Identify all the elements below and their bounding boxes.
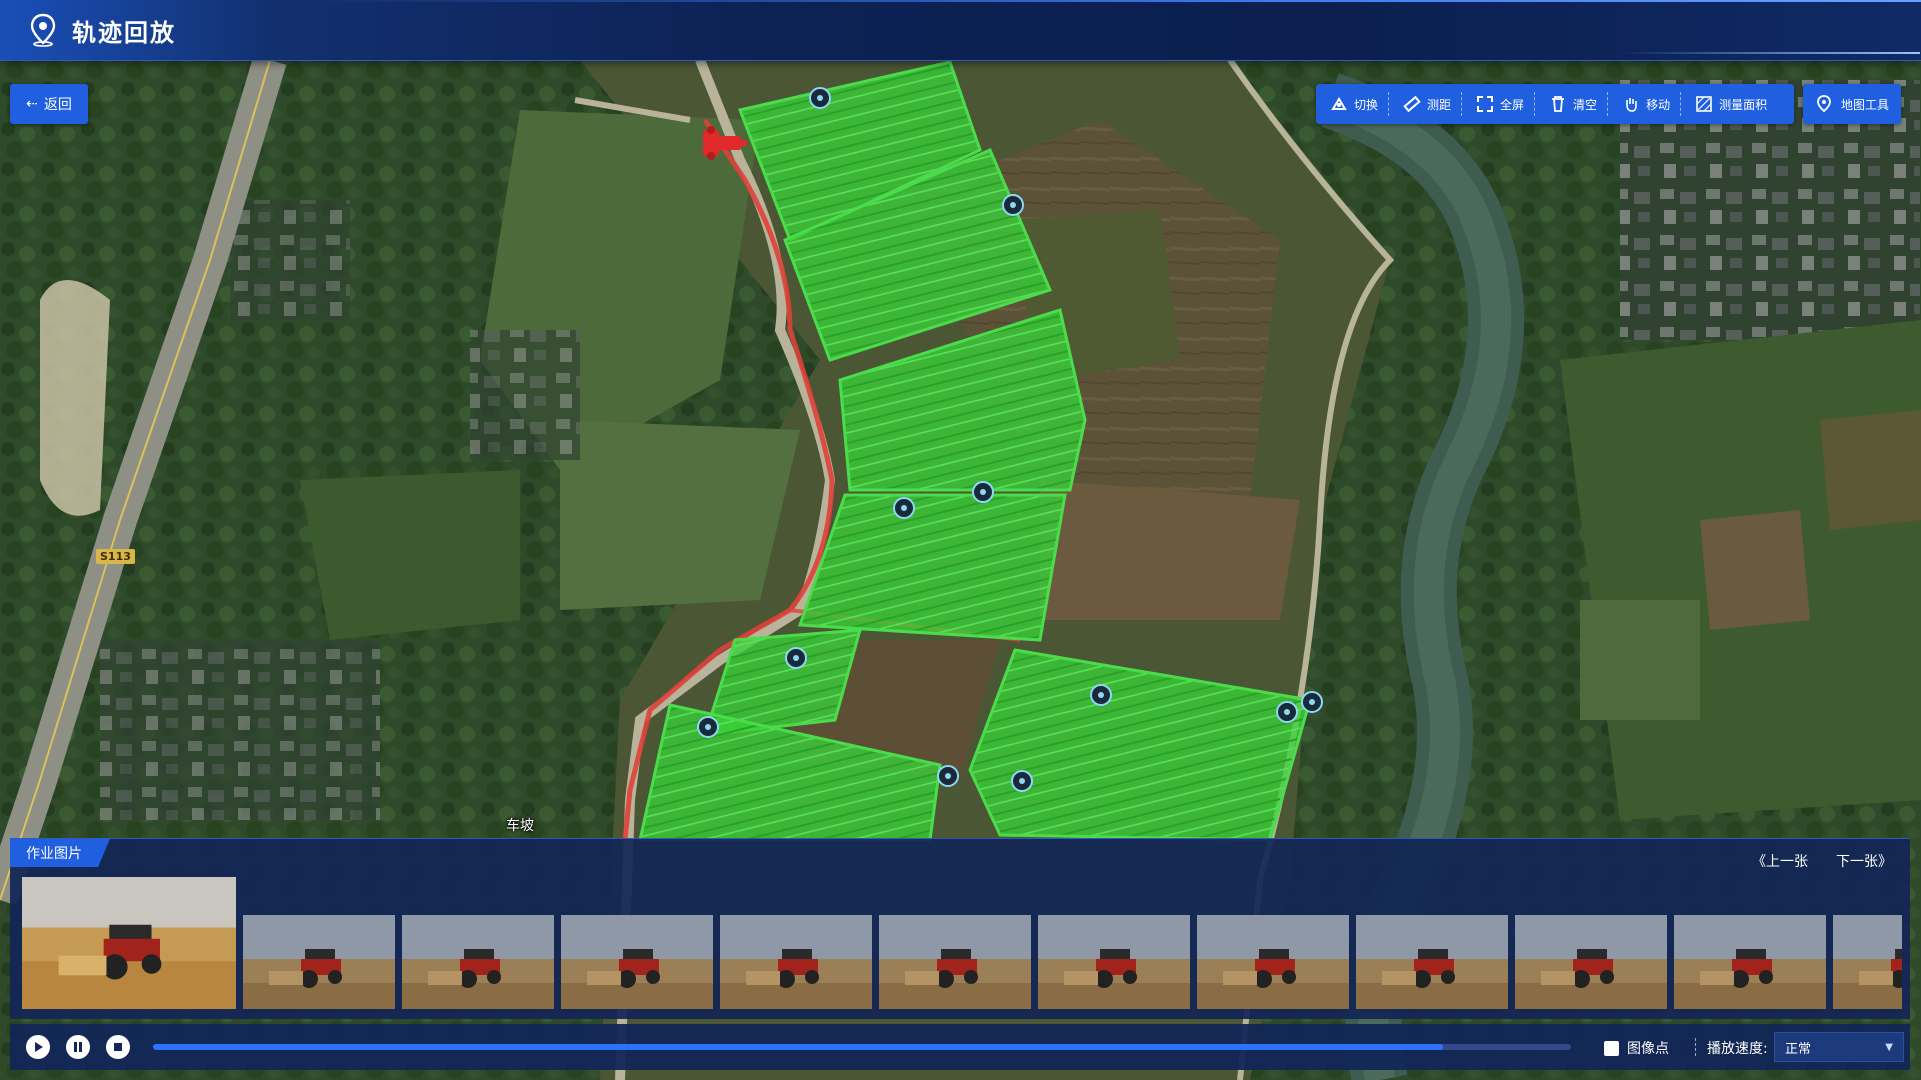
fullscreen-button[interactable]: 全屏: [1461, 92, 1534, 116]
photo-nav: 《上一张 下一张》: [1752, 851, 1892, 871]
pause-button[interactable]: [66, 1035, 90, 1059]
speed-value: 正常: [1785, 1041, 1812, 1057]
switch-label: 切换: [1354, 97, 1379, 112]
image-points-toggle[interactable]: 图像点: [1604, 1038, 1669, 1058]
pause-icon: [74, 1042, 82, 1052]
clear-button[interactable]: 清空: [1534, 92, 1607, 116]
photo-panel: 作业图片 《上一张 下一张》: [10, 838, 1910, 1019]
photo-thumbnail[interactable]: [561, 915, 713, 1009]
photo-thumbnail[interactable]: [879, 915, 1031, 1009]
map-tools-label: 地图工具: [1840, 97, 1889, 112]
measure-area-label: 测量面积: [1719, 97, 1768, 112]
fullscreen-icon: [1477, 96, 1494, 112]
back-arrow-icon: ⇠: [26, 96, 38, 112]
prev-photo-link[interactable]: 《上一张: [1752, 851, 1808, 871]
play-icon: [35, 1042, 43, 1052]
move-label: 移动: [1646, 97, 1671, 112]
back-button-label: 返回: [43, 97, 72, 113]
photo-thumbnail[interactable]: [402, 915, 554, 1009]
measure-area-button[interactable]: 测量面积: [1680, 92, 1777, 116]
image-points-label: 图像点: [1627, 1041, 1669, 1057]
photo-thumbnail[interactable]: [1356, 915, 1508, 1009]
play-button[interactable]: [26, 1035, 50, 1059]
photo-panel-title: 作业图片: [10, 839, 110, 867]
hand-icon: [1626, 98, 1637, 112]
header-brand: 轨迹回放: [28, 12, 176, 48]
switch-button[interactable]: 切换: [1316, 92, 1388, 116]
image-points-checkbox[interactable]: [1604, 1040, 1619, 1056]
measure-distance-button[interactable]: 测距: [1388, 92, 1461, 116]
measure-distance-label: 测距: [1427, 97, 1452, 112]
next-photo-link[interactable]: 下一张》: [1836, 851, 1892, 871]
photo-thumbnail-selected[interactable]: [22, 877, 236, 1009]
photo-thumbnail[interactable]: [243, 915, 395, 1009]
stop-icon: [114, 1043, 122, 1051]
map-tools-button[interactable]: 地图工具: [1803, 84, 1901, 124]
playback-progress-fill: [153, 1044, 1444, 1050]
stop-button[interactable]: [106, 1035, 130, 1059]
trash-icon: [1552, 96, 1565, 112]
photo-thumbnail[interactable]: [1038, 915, 1190, 1009]
playback-progress-track[interactable]: [153, 1044, 1571, 1050]
speed-select[interactable]: 正常 ▼: [1774, 1032, 1904, 1062]
map-pin-icon: [1817, 95, 1831, 113]
photo-thumbnail[interactable]: [720, 915, 872, 1009]
fullscreen-label: 全屏: [1500, 97, 1525, 112]
header-accent-line: [1620, 52, 1920, 54]
photo-thumbnail[interactable]: [1833, 915, 1902, 1009]
speed-label: 播放速度:: [1707, 1041, 1768, 1057]
photo-thumbnail[interactable]: [1674, 915, 1826, 1009]
chevron-down-icon: ▼: [1885, 1042, 1893, 1053]
area-icon: [1696, 96, 1712, 112]
clear-label: 清空: [1573, 97, 1598, 112]
header-top-line: [300, 0, 1921, 2]
move-button[interactable]: 移动: [1607, 92, 1680, 116]
photo-thumbnail[interactable]: [1515, 915, 1667, 1009]
photo-thumbnail[interactable]: [1197, 915, 1349, 1009]
playbar-divider: [1695, 1038, 1696, 1056]
place-label: 车坡: [506, 818, 534, 834]
photo-strip[interactable]: [22, 877, 1902, 1009]
playback-bar: 图像点 播放速度: 正常 ▼: [10, 1024, 1910, 1070]
switch-icon: [1331, 97, 1347, 110]
road-label: S113: [96, 549, 135, 564]
page-title: 轨迹回放: [72, 18, 176, 47]
ruler-icon: [1403, 95, 1421, 113]
map-toolbar: 切换 测距 全屏 清空 移动 测量面积: [1316, 84, 1794, 124]
app-header: 轨迹回放: [0, 0, 1921, 61]
back-button[interactable]: ⇠ 返回: [10, 84, 88, 124]
location-pin-icon: [30, 13, 56, 47]
